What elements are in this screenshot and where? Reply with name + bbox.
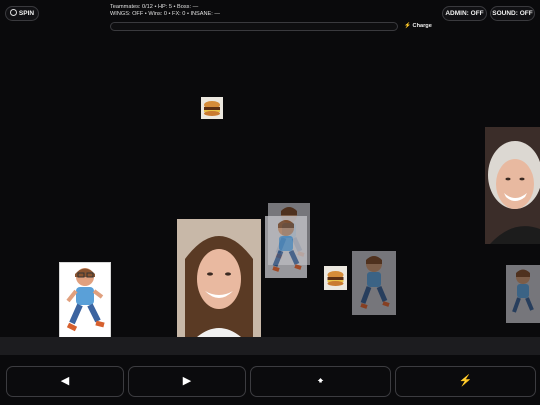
charge-button[interactable]: ⚡ bbox=[395, 366, 536, 397]
teammate-photo bbox=[177, 219, 261, 337]
ghost-runner bbox=[352, 251, 396, 315]
charge-meter bbox=[110, 22, 398, 31]
lightning-icon: ⚡ bbox=[404, 23, 411, 29]
lightning-icon: ⚡ bbox=[458, 375, 473, 387]
spin-button[interactable]: SPIN bbox=[5, 6, 39, 21]
stats-line-teammates: Teammates: 0/12 • HP: 5 • Boss: — bbox=[110, 4, 199, 10]
jump-icon: 🠹 bbox=[317, 375, 324, 387]
move-right-button[interactable]: ▶ bbox=[128, 366, 246, 397]
charge-label: Charge bbox=[412, 23, 432, 29]
jump-button[interactable]: 🠹 bbox=[250, 366, 391, 397]
charge-indicator: ⚡ Charge bbox=[404, 23, 432, 29]
right-arrow-icon: ▶ bbox=[182, 375, 192, 387]
stats-line-wings: WINGS: OFF • Wins: 0 • FX: 0 • INSANE: — bbox=[110, 11, 220, 17]
burger-pickup bbox=[324, 266, 347, 290]
status-readout: Teammates: 0/12 • HP: 5 • Boss: — WINGS:… bbox=[110, 4, 220, 18]
spin-label: SPIN bbox=[18, 10, 35, 17]
left-arrow-icon: ◀ bbox=[60, 375, 70, 387]
admin-toggle[interactable]: ADMIN: OFF bbox=[442, 6, 487, 21]
player-runner bbox=[59, 262, 111, 339]
move-left-button[interactable]: ◀ bbox=[6, 366, 124, 397]
ghost-runner bbox=[506, 265, 540, 323]
ground-floor bbox=[0, 337, 540, 355]
sound-toggle[interactable]: SOUND: OFF bbox=[490, 6, 535, 21]
burger-pickup bbox=[201, 97, 223, 119]
ghost-runner bbox=[265, 216, 307, 278]
spin-icon bbox=[9, 9, 17, 16]
teammate-photo bbox=[485, 127, 540, 244]
